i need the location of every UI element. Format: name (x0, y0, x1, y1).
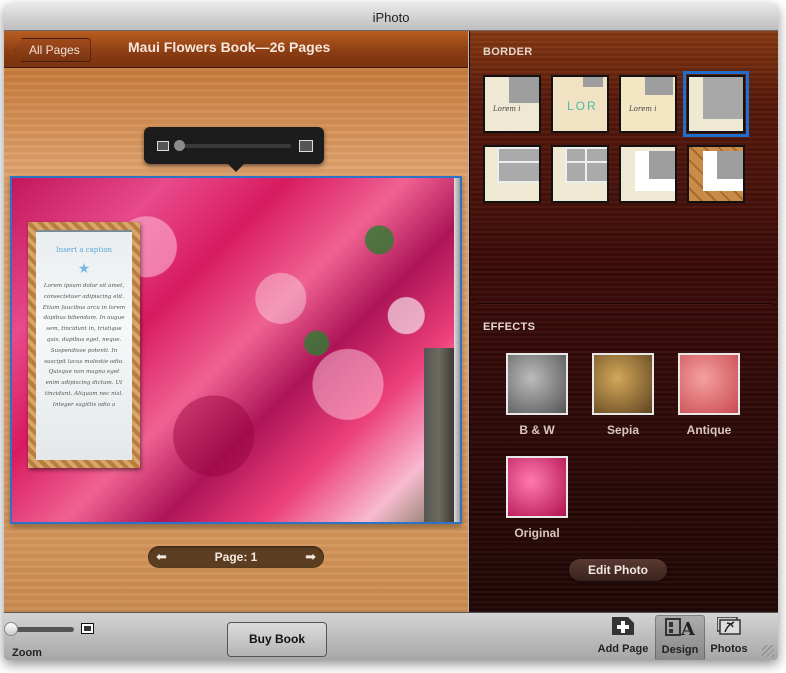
photos-label: Photos (710, 643, 748, 655)
panel-divider (478, 303, 771, 304)
border-thumb-text: Lorem i (629, 105, 657, 113)
book-canvas: Insert a caption ★ Lorem ipsum dolor sit… (4, 68, 468, 612)
caption-body[interactable]: Lorem ipsum dolor sit amet, consectetuer… (36, 281, 132, 411)
caption-paper: Insert a caption ★ Lorem ipsum dolor sit… (36, 230, 132, 460)
effect-label: Sepia (606, 423, 639, 437)
photos-icon (717, 617, 741, 635)
window-titlebar: iPhoto (4, 4, 778, 31)
edit-photo-button[interactable]: Edit Photo (569, 559, 667, 581)
star-icon: ★ (77, 260, 91, 276)
effect-sepia[interactable]: Sepia (590, 353, 656, 437)
border-torn-paper[interactable]: LOR (551, 75, 609, 133)
resize-grip[interactable] (762, 645, 774, 657)
zoom-large-icon (81, 623, 94, 634)
effect-original[interactable]: Original (504, 456, 570, 540)
photo-small-icon (157, 141, 169, 151)
effect-label: Original (514, 526, 560, 540)
add-page-icon (612, 617, 634, 635)
border-wood-mat[interactable] (687, 145, 745, 203)
design-label: Design (661, 644, 699, 656)
border-section-label: BORDER (483, 46, 533, 58)
design-icon: A (665, 618, 695, 636)
photos-button[interactable]: Photos (706, 615, 752, 659)
all-pages-button[interactable]: All Pages (14, 38, 91, 62)
book-title: Maui Flowers Book—26 Pages (128, 39, 331, 55)
border-cream-frame[interactable]: Lorem i (619, 75, 677, 133)
photo-large-icon (299, 140, 313, 152)
effect-bw-thumb (506, 353, 568, 415)
effect-antique[interactable]: Antique (676, 353, 742, 437)
effect-bw[interactable]: B & W (504, 353, 570, 437)
book-header: All Pages Maui Flowers Book—26 Pages (4, 31, 468, 68)
design-button[interactable]: A Design (655, 615, 705, 660)
zoom-label: Zoom (12, 647, 42, 659)
effect-label: B & W (519, 423, 555, 437)
add-page-button[interactable]: Add Page (594, 615, 652, 659)
bottom-toolbar: Zoom Buy Book Add Page A Design Photos (4, 612, 778, 660)
effect-label: Antique (686, 423, 732, 437)
effect-sepia-thumb (592, 353, 654, 415)
photo-zoom-slider[interactable] (174, 140, 185, 151)
next-page-icon[interactable]: ➡ (305, 549, 316, 565)
border-thumb-text: LOR (567, 99, 598, 113)
iphoto-window: iPhoto All Pages Maui Flowers Book—26 Pa… (4, 4, 778, 660)
photo-zoom-track[interactable] (179, 144, 291, 148)
border-thumb-text: Lorem i (493, 105, 521, 113)
tree-trunk (424, 348, 454, 522)
design-panel: BORDER Lorem i LOR Lorem i EFFECTS B & W… (469, 31, 778, 612)
effects-section-label: EFFECTS (483, 321, 536, 333)
svg-text:A: A (680, 619, 695, 636)
border-cream-caption[interactable]: Lorem i (483, 75, 541, 133)
border-grid: Lorem i LOR Lorem i (483, 71, 753, 203)
caption-card[interactable]: Insert a caption ★ Lorem ipsum dolor sit… (28, 222, 140, 468)
effect-antique-thumb (678, 353, 740, 415)
buy-book-button[interactable]: Buy Book (227, 622, 327, 657)
border-white-mat[interactable] (619, 145, 677, 203)
add-page-label: Add Page (597, 643, 649, 655)
window-title: iPhoto (372, 10, 410, 25)
page-spread[interactable]: Insert a caption ★ Lorem ipsum dolor sit… (10, 176, 462, 524)
border-window-2[interactable] (483, 145, 541, 203)
page-navigator: ⬅ Page: 1 ➡ (148, 546, 324, 568)
zoom-slider[interactable] (4, 622, 18, 636)
border-plain-cream[interactable] (683, 71, 749, 137)
page-spine (454, 178, 460, 522)
photo-zoom-popover (144, 127, 324, 172)
border-window-4[interactable] (551, 145, 609, 203)
caption-title[interactable]: Insert a caption (36, 246, 132, 254)
page-label: Page: 1 (214, 550, 258, 564)
effect-original-thumb (506, 456, 568, 518)
